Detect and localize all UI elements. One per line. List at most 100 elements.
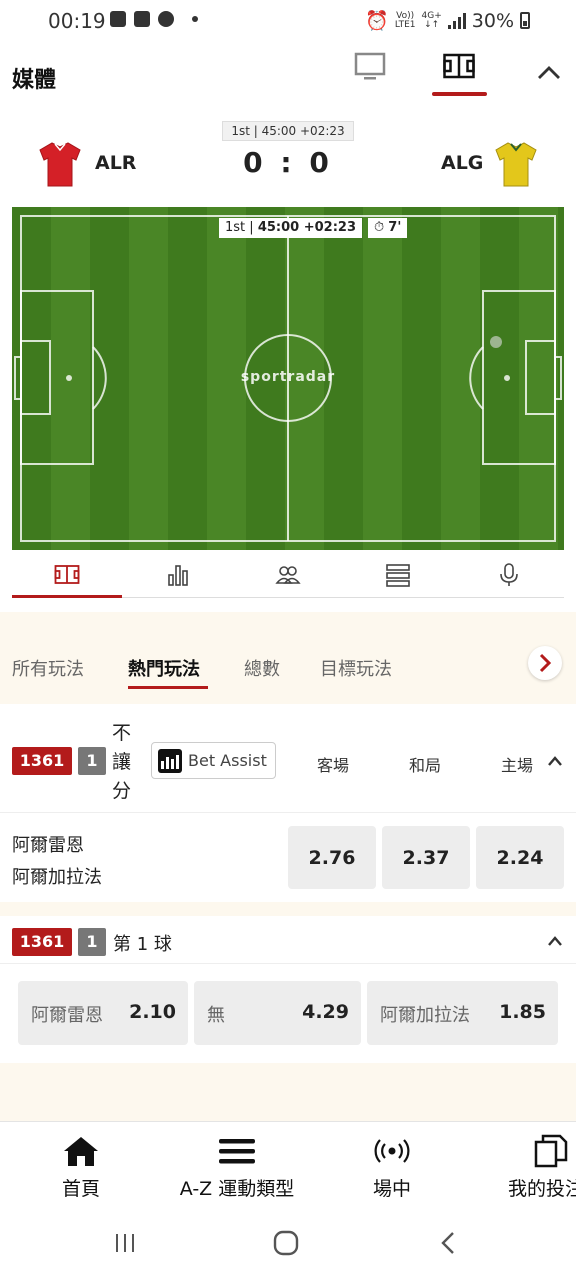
scroll-tabs-button[interactable] xyxy=(528,646,562,680)
odd-option-2-button[interactable]: 無 4.29 xyxy=(194,981,361,1045)
market-title: 第 1 球 xyxy=(113,934,172,955)
option-odd: 4.29 xyxy=(302,1001,349,1023)
tab-totals[interactable]: 總數 xyxy=(244,655,280,681)
col-away: 客場 xyxy=(317,756,350,775)
match-score: 0 : 0 xyxy=(243,146,333,179)
nav-my-bets-label: 我的投注 xyxy=(508,1178,576,1200)
signal-icon xyxy=(447,12,466,29)
menu-icon xyxy=(219,1139,255,1164)
chevron-up-icon[interactable] xyxy=(547,935,563,947)
match-tracker-field: 1st | 45:00 +02:23 ⏱ 7' sportradar xyxy=(12,207,564,550)
system-nav-bar xyxy=(0,1211,576,1280)
battery-percent: 30% xyxy=(471,9,514,32)
back-icon[interactable] xyxy=(439,1231,457,1255)
stopwatch-icon: ⏱ xyxy=(374,220,385,235)
bet-assist-button[interactable]: Bet Assist xyxy=(151,742,276,779)
stats-icon xyxy=(167,564,188,586)
bar-chart-icon xyxy=(158,748,182,773)
tab-popular-markets[interactable]: 熱門玩法 xyxy=(128,655,200,681)
bet-slip-icon xyxy=(534,1134,568,1168)
sportradar-logo: sportradar xyxy=(240,369,336,385)
option-odd: 2.10 xyxy=(129,1001,176,1023)
tab-lineup[interactable] xyxy=(233,552,343,597)
team-names: 阿爾雷恩 阿爾加拉法 xyxy=(12,830,102,894)
microphone-icon xyxy=(500,562,518,586)
away-jersey-icon xyxy=(495,142,537,187)
nav-az-label: A-Z 運動類型 xyxy=(179,1178,295,1200)
match-clock: 1st | 45:00 +02:23 xyxy=(222,121,354,141)
tab-commentary[interactable] xyxy=(454,552,564,597)
tv-icon[interactable] xyxy=(354,52,386,82)
content-footer xyxy=(0,1063,576,1121)
tab-all-markets[interactable]: 所有玩法 xyxy=(12,655,84,681)
status-bar: 00:19 ⏰ Vo)) LTE1 4G+ ↓↑ 30% xyxy=(0,0,576,42)
odd-home-button[interactable]: 2.24 xyxy=(476,826,564,889)
live-broadcast-icon xyxy=(374,1139,410,1163)
youtube-icon xyxy=(134,11,150,27)
media-title: 媒體 xyxy=(12,68,57,93)
odd-option-1-button[interactable]: 阿爾雷恩 2.10 xyxy=(18,981,188,1045)
nav-live-label: 場中 xyxy=(372,1178,411,1200)
field-period: 1st xyxy=(225,220,246,235)
option-label: 無 xyxy=(207,1005,225,1026)
bottom-nav: 首頁 A-Z 運動類型 場中 我的投注 xyxy=(0,1121,576,1211)
home-icon xyxy=(64,1137,98,1166)
pitch-icon[interactable] xyxy=(443,52,475,80)
nav-home[interactable]: 首頁 xyxy=(55,1134,107,1201)
media-header: 媒體 xyxy=(0,42,576,112)
alarm-icon: ⏰ xyxy=(365,10,389,32)
notification-app-icon xyxy=(110,11,126,27)
field-clock: 1st | 45:00 +02:23 ⏱ 7' xyxy=(219,218,408,238)
market-tab-indicator xyxy=(128,686,208,689)
recent-apps-icon[interactable] xyxy=(113,1231,137,1255)
option-label: 阿爾加拉法 xyxy=(380,1005,470,1026)
col-home: 主場 xyxy=(501,756,534,775)
chevron-up-icon[interactable] xyxy=(547,755,563,767)
field-time: 45:00 +02:23 xyxy=(257,220,356,235)
tab-stats[interactable] xyxy=(122,552,232,597)
tab-list[interactable] xyxy=(343,552,453,597)
network-type-indicator: 4G+ ↓↑ xyxy=(421,10,442,30)
market-header-first-goal: 1361 1 第 1 球 xyxy=(0,916,576,964)
status-right: ⏰ Vo)) LTE1 4G+ ↓↑ 30% xyxy=(365,9,530,32)
more-notifications-icon xyxy=(192,16,198,22)
market-row-match-result: 阿爾雷恩 阿爾加拉法 2.76 2.37 2.24 xyxy=(0,814,576,902)
tracker-tabs xyxy=(12,552,564,598)
collapse-chevron-icon[interactable] xyxy=(536,60,562,86)
odd-away-button[interactable]: 2.76 xyxy=(288,826,376,889)
option-odd: 1.85 xyxy=(499,1001,546,1023)
odd-option-3-button[interactable]: 阿爾加拉法 1.85 xyxy=(367,981,558,1045)
status-time: 00:19 xyxy=(48,9,106,33)
pitch-icon xyxy=(54,564,80,584)
option-label: 阿爾雷恩 xyxy=(31,1005,103,1026)
team2-name: 阿爾加拉法 xyxy=(12,867,102,888)
tab-pitch[interactable] xyxy=(12,552,123,598)
odd-draw-button[interactable]: 2.37 xyxy=(382,826,470,889)
team1-name: 阿爾雷恩 xyxy=(12,835,84,856)
tab-goal-markets[interactable]: 目標玩法 xyxy=(320,655,392,681)
nav-home-label: 首頁 xyxy=(61,1178,100,1200)
list-icon xyxy=(386,563,411,587)
separator xyxy=(0,902,576,916)
nav-my-bets[interactable]: 我的投注 xyxy=(508,1134,576,1201)
market-tabs: 所有玩法 熱門玩法 總數 目標玩法 xyxy=(0,612,576,704)
added-time: 7' xyxy=(388,220,402,235)
event-id-badge: 1361 xyxy=(12,928,72,956)
event-num-badge: 1 xyxy=(78,747,106,775)
market-header-match-result: 1361 1 不 讓 分 Bet Assist 客場 和局 主場 xyxy=(0,705,576,813)
chrome-icon xyxy=(158,11,174,27)
lineup-icon xyxy=(275,565,301,584)
market-title: 不 讓 分 xyxy=(112,722,132,802)
volte-indicator: Vo)) LTE1 xyxy=(394,10,416,30)
col-draw: 和局 xyxy=(409,756,442,775)
nav-live[interactable]: 場中 xyxy=(366,1134,418,1201)
media-tab-indicator xyxy=(432,92,487,96)
nav-az-sports[interactable]: A-Z 運動類型 xyxy=(176,1134,298,1201)
home-system-icon[interactable] xyxy=(273,1230,299,1256)
market-row-first-goal: 阿爾雷恩 2.10 無 4.29 阿爾加拉法 1.85 xyxy=(0,965,576,1063)
away-team-name: ALG xyxy=(441,152,484,174)
event-num-badge: 1 xyxy=(78,928,106,956)
chevron-right-icon xyxy=(539,653,552,673)
battery-icon xyxy=(520,12,530,29)
notification-icons xyxy=(110,11,198,27)
